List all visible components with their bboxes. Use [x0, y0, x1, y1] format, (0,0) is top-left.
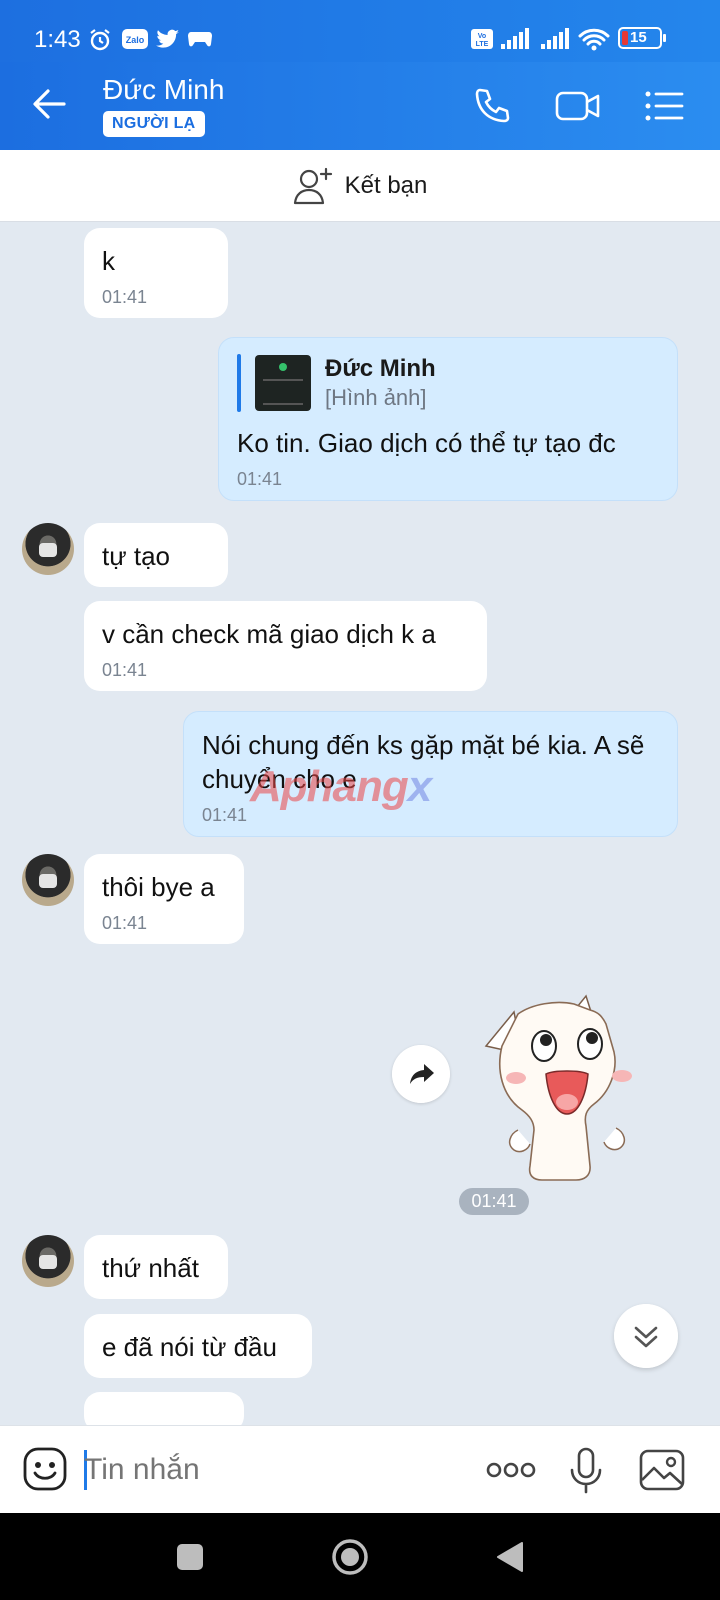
- watermark: Aphangx: [250, 762, 433, 812]
- message-bubble[interactable]: thứ nhất: [84, 1235, 228, 1299]
- status-bar: 1:43 Zalo Vo LTE 15: [0, 0, 720, 62]
- battery-tip: [663, 34, 666, 42]
- menu-list-icon[interactable]: [642, 84, 686, 128]
- message-input[interactable]: [84, 1448, 454, 1492]
- avatar[interactable]: [22, 523, 74, 575]
- system-navigation-bar: [0, 1513, 720, 1600]
- message-text: k: [102, 246, 115, 276]
- battery-icon: 15: [618, 27, 666, 49]
- recents-button[interactable]: [166, 1533, 214, 1581]
- back-arrow-icon[interactable]: [28, 82, 72, 126]
- svg-text:LTE: LTE: [476, 41, 489, 48]
- sticker-time: 01:41: [459, 1188, 529, 1215]
- zalo-icon: Zalo: [122, 29, 148, 49]
- alarm-icon: [90, 29, 110, 51]
- more-dots-icon[interactable]: [486, 1446, 536, 1494]
- message-text: thôi bye a: [102, 872, 215, 902]
- phone-icon[interactable]: [470, 84, 514, 128]
- add-user-icon: [293, 167, 332, 204]
- quote-bar: [237, 354, 241, 412]
- message-bubble[interactable]: tự tạo: [84, 523, 228, 587]
- quoted-sender: Đức Minh: [325, 355, 436, 382]
- message-bubble-partial[interactable]: [84, 1392, 244, 1425]
- svg-text:Zalo: Zalo: [126, 35, 145, 45]
- forward-share-button[interactable]: [392, 1045, 450, 1103]
- avatar[interactable]: [22, 854, 74, 906]
- message-text: Ko tin. Giao dịch có thể tự tạo đc: [237, 428, 616, 458]
- svg-text:Vo: Vo: [478, 33, 486, 40]
- watermark-text: Aphang: [250, 762, 409, 811]
- scroll-to-bottom-button[interactable]: [614, 1304, 678, 1368]
- message-list[interactable]: k 01:41 Đức Minh [Hình ảnh] Ko tin. Giao…: [0, 222, 720, 1425]
- game-icon: [188, 32, 212, 47]
- cat-sticker[interactable]: [478, 990, 648, 1185]
- microphone-icon[interactable]: [562, 1446, 610, 1494]
- battery-percent: 15: [630, 29, 647, 46]
- twitter-icon: [156, 29, 179, 48]
- contact-name[interactable]: Đức Minh: [103, 74, 224, 106]
- stranger-badge: NGƯỜI LẠ: [103, 111, 205, 137]
- message-time: 01:41: [102, 913, 148, 933]
- message-bubble[interactable]: thôi bye a 01:41: [84, 854, 244, 944]
- message-bubble[interactable]: e đã nói từ đầu: [84, 1314, 312, 1378]
- quoted-message[interactable]: Đức Minh [Hình ảnh]: [237, 354, 659, 412]
- back-button[interactable]: [486, 1533, 534, 1581]
- signal-icon: [541, 28, 569, 49]
- message-text: e đã nói từ đầu: [102, 1332, 277, 1362]
- message-bubble[interactable]: v cần check mã giao dịch k a 01:41: [84, 601, 487, 691]
- status-time: 1:43: [34, 26, 81, 53]
- image-icon[interactable]: [638, 1446, 686, 1494]
- message-bubble-reply[interactable]: Đức Minh [Hình ảnh] Ko tin. Giao dịch có…: [218, 337, 678, 501]
- message-time: 01:41: [237, 469, 283, 489]
- add-friend-label: Kết bạn: [344, 171, 428, 199]
- chat-header: Đức Minh NGƯỜI LẠ: [0, 62, 720, 150]
- quoted-image-thumbnail: [255, 355, 311, 411]
- quoted-type: [Hình ảnh]: [325, 385, 427, 410]
- battery-level: [622, 31, 628, 45]
- message-text: thứ nhất: [102, 1253, 199, 1283]
- watermark-suffix: x: [407, 762, 433, 811]
- video-call-icon[interactable]: [554, 84, 602, 128]
- home-button[interactable]: [326, 1533, 374, 1581]
- message-text: tự tạo: [102, 541, 170, 571]
- message-text: v cần check mã giao dịch k a: [102, 619, 436, 649]
- message-bubble[interactable]: k 01:41: [84, 228, 228, 318]
- wifi-icon: [578, 28, 610, 51]
- avatar[interactable]: [22, 1235, 74, 1287]
- signal-icon: [501, 28, 529, 49]
- message-time: 01:41: [102, 660, 148, 680]
- add-friend-button[interactable]: Kết bạn: [0, 150, 720, 222]
- volte-icon: VoLTE: [471, 29, 493, 49]
- message-input-bar: [0, 1425, 720, 1513]
- message-time: 01:41: [102, 287, 148, 307]
- emoji-icon[interactable]: [22, 1446, 68, 1492]
